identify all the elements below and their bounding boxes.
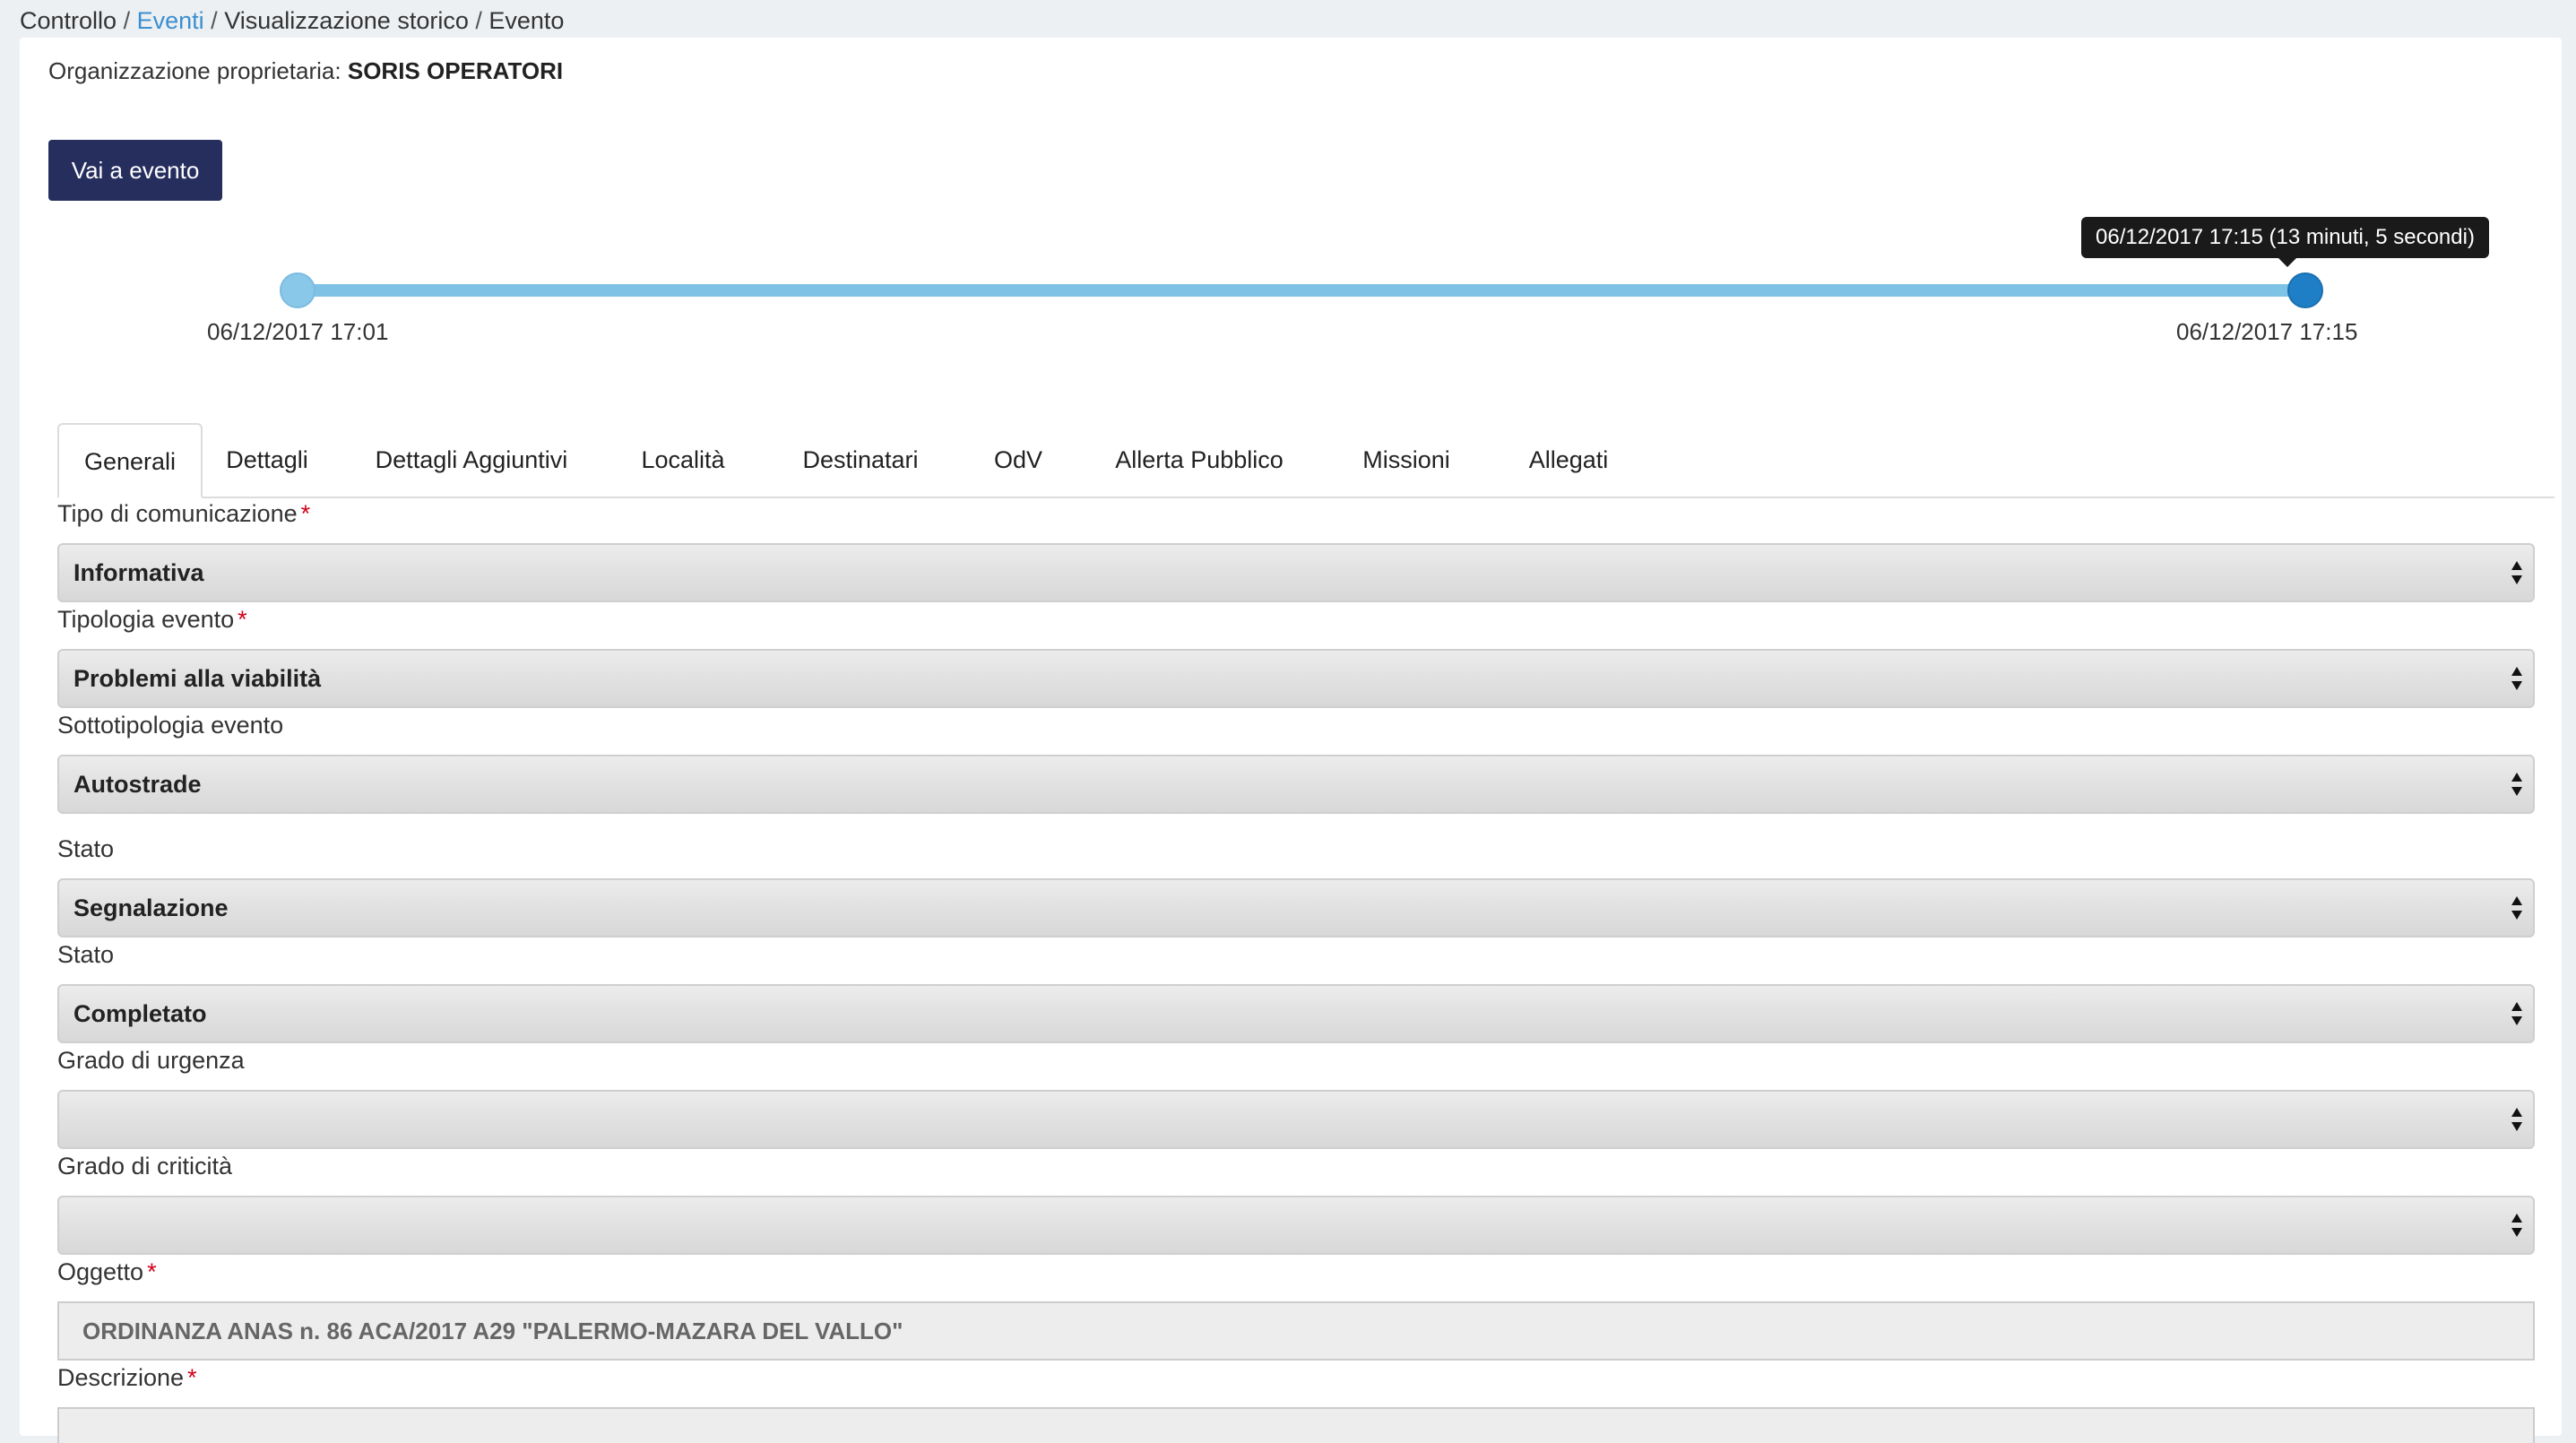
grado-criticita-label: Grado di criticità: [57, 1153, 232, 1180]
stato-completamento-label-text: Stato: [57, 941, 115, 968]
required-marker: *: [187, 1364, 197, 1391]
oggetto-value: ORDINANZA ANAS n. 86 ACA/2017 A29 "PALER…: [82, 1318, 903, 1344]
select-arrows-icon: [2511, 769, 2522, 799]
breadcrumb-controllo: Controllo: [20, 7, 117, 34]
grado-urgenza-select[interactable]: [57, 1090, 2535, 1149]
required-marker: *: [300, 500, 311, 527]
tipologia-evento-select[interactable]: Problemi alla viabilità: [57, 649, 2535, 708]
breadcrumb-separator: /: [475, 7, 482, 34]
timeline-end-handle[interactable]: [2287, 272, 2323, 308]
tab-dettagli-aggiuntivi[interactable]: Dettagli Aggiuntivi: [373, 423, 570, 497]
select-arrows-icon: [2511, 1210, 2522, 1240]
grado-urgenza-label: Grado di urgenza: [57, 1047, 245, 1075]
breadcrumb-separator: /: [123, 7, 131, 34]
select-arrows-icon: [2511, 663, 2522, 694]
descrizione-input[interactable]: [57, 1407, 2535, 1443]
grado-criticita-label-text: Grado di criticità: [57, 1153, 233, 1179]
owner-value: SORIS OPERATORI: [347, 57, 564, 84]
sottotipologia-evento-label: Sottotipologia evento: [57, 712, 283, 739]
tab-generali[interactable]: Generali: [57, 423, 203, 498]
required-marker: *: [238, 606, 247, 633]
owner-organization: Organizzazione proprietaria: SORIS OPERA…: [48, 57, 563, 85]
tab-allerta-pubblico[interactable]: Allerta Pubblico: [1104, 423, 1294, 497]
breadcrumb: Controllo / Eventi / Visualizzazione sto…: [20, 4, 564, 38]
tipologia-evento-value: Problemi alla viabilità: [73, 665, 322, 692]
event-tabs: Generali Dettagli Dettagli Aggiuntivi Lo…: [57, 423, 2554, 498]
breadcrumb-evento: Evento: [488, 7, 565, 34]
sottotipologia-evento-select[interactable]: Autostrade: [57, 755, 2535, 814]
tipologia-evento-label-text: Tipologia evento: [57, 606, 235, 633]
owner-label: Organizzazione proprietaria:: [48, 57, 341, 84]
event-panel: Organizzazione proprietaria: SORIS OPERA…: [20, 38, 2562, 1443]
select-arrows-icon: [2511, 1104, 2522, 1135]
tab-destinatari[interactable]: Destinatari: [795, 423, 926, 497]
timeline-start-label: 06/12/2017 17:01: [207, 318, 389, 345]
descrizione-label-text: Descrizione: [57, 1364, 185, 1391]
timeline-start-handle[interactable]: [280, 272, 316, 308]
tab-localita[interactable]: Località: [628, 423, 738, 497]
oggetto-label-text: Oggetto: [57, 1258, 144, 1285]
tab-missioni[interactable]: Missioni: [1353, 423, 1460, 497]
tipo-comunicazione-value: Informativa: [73, 559, 204, 586]
tipo-comunicazione-label: Tipo di comunicazione *: [57, 500, 310, 528]
timeline-end-label: 06/12/2017 17:15: [2176, 318, 2358, 345]
sottotipologia-evento-value: Autostrade: [73, 771, 202, 798]
tipo-comunicazione-label-text: Tipo di comunicazione: [57, 500, 298, 527]
sottotipologia-evento-label-text: Sottotipologia evento: [57, 712, 284, 739]
descrizione-label: Descrizione *: [57, 1364, 197, 1392]
grado-criticita-select[interactable]: [57, 1196, 2535, 1255]
timeline-tooltip: 06/12/2017 17:15 (13 minuti, 5 secondi): [2081, 217, 2489, 267]
select-arrows-icon: [2511, 893, 2522, 923]
timeline-slider-track[interactable]: [296, 284, 2296, 297]
select-arrows-icon: [2511, 557, 2522, 588]
required-marker: *: [147, 1258, 157, 1285]
breadcrumb-visualizzazione-storico: Visualizzazione storico: [224, 7, 469, 34]
tab-dettagli[interactable]: Dettagli: [220, 423, 314, 497]
tipologia-evento-label: Tipologia evento *: [57, 606, 247, 634]
oggetto-label: Oggetto *: [57, 1258, 157, 1286]
stato-completamento-select[interactable]: Completato: [57, 984, 2535, 1043]
breadcrumb-separator: /: [211, 7, 218, 34]
select-arrows-icon: [2511, 998, 2522, 1029]
tab-allegati[interactable]: Allegati: [1518, 423, 1619, 497]
stato-label-text: Stato: [57, 835, 115, 862]
stato-completamento-label: Stato: [57, 941, 114, 969]
tipo-comunicazione-select[interactable]: Informativa: [57, 543, 2535, 602]
tab-odv[interactable]: OdV: [987, 423, 1050, 497]
grado-urgenza-label-text: Grado di urgenza: [57, 1047, 245, 1074]
goto-event-button[interactable]: Vai a evento: [48, 140, 222, 201]
breadcrumb-eventi-link[interactable]: Eventi: [137, 7, 204, 34]
stato-completamento-value: Completato: [73, 1000, 207, 1027]
stato-value: Segnalazione: [73, 894, 229, 921]
stato-select[interactable]: Segnalazione: [57, 878, 2535, 938]
stato-label: Stato: [57, 835, 114, 863]
oggetto-input[interactable]: ORDINANZA ANAS n. 86 ACA/2017 A29 "PALER…: [57, 1301, 2535, 1361]
